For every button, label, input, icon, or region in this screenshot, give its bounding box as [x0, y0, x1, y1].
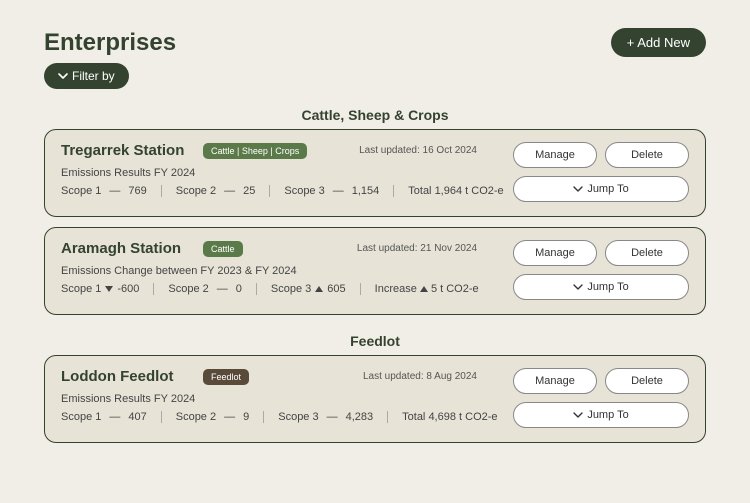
scope-item: Scope 3 — 1,154	[284, 185, 394, 197]
last-updated-label: Last updated: 16 Oct 2024	[359, 145, 477, 156]
scope-label: Scope 2	[176, 185, 216, 197]
dash-icon: —	[333, 185, 344, 197]
scope-value: 769	[128, 185, 146, 197]
total-label: Increase	[375, 283, 420, 295]
scope-item: Scope 2 — 0	[168, 283, 257, 295]
scope-value: 0	[236, 283, 242, 295]
scope-total: Increase 5 t CO2-e	[375, 283, 479, 295]
enterprise-tag: Feedlot	[203, 369, 249, 385]
chevron-down-icon	[573, 412, 583, 418]
enterprise-name: Tregarrek Station	[61, 142, 191, 159]
total-label: Total	[408, 185, 434, 197]
scope-item: Scope 3 — 4,283	[278, 411, 388, 423]
dash-icon: —	[217, 283, 228, 295]
add-new-button[interactable]: + Add New	[611, 28, 706, 57]
jump-to-label: Jump To	[587, 183, 628, 195]
total-value: 5 t CO2-e	[431, 283, 479, 295]
scope-value: 4,283	[346, 411, 374, 423]
section-title: Cattle, Sheep & Crops	[44, 107, 706, 123]
scope-total: Total 1,964 t CO2-e	[408, 185, 503, 197]
scope-value: 25	[243, 185, 255, 197]
dash-icon: —	[224, 185, 235, 197]
scope-total: Total 4,698 t CO2-e	[402, 411, 497, 423]
jump-to-button[interactable]: Jump To	[513, 176, 689, 202]
page-title: Enterprises	[44, 29, 176, 57]
scope-value: 407	[128, 411, 146, 423]
total-label: Total	[402, 411, 428, 423]
scope-value: 1,154	[352, 185, 380, 197]
chevron-down-icon	[573, 186, 583, 192]
dash-icon: —	[109, 185, 120, 197]
filter-by-label: Filter by	[72, 69, 115, 83]
chevron-down-icon	[573, 284, 583, 290]
dash-icon: —	[109, 411, 120, 423]
enterprise-tag: Cattle	[203, 241, 243, 257]
enterprise-name: Aramagh Station	[61, 240, 191, 257]
manage-button[interactable]: Manage	[513, 368, 597, 394]
results-label: Emissions Results FY 2024	[61, 393, 497, 405]
scope-label: Scope 3	[284, 185, 324, 197]
delete-button[interactable]: Delete	[605, 240, 689, 266]
jump-to-button[interactable]: Jump To	[513, 274, 689, 300]
scope-value: -600	[117, 283, 139, 295]
scope-item: Scope 1 — 407	[61, 411, 162, 423]
scope-label: Scope 3	[271, 283, 311, 295]
section-title: Feedlot	[44, 333, 706, 349]
enterprise-card: Tregarrek Station Cattle | Sheep | Crops L…	[44, 129, 706, 217]
delete-button[interactable]: Delete	[605, 368, 689, 394]
jump-to-label: Jump To	[587, 409, 628, 421]
dash-icon: —	[327, 411, 338, 423]
triangle-up-icon	[420, 286, 428, 292]
jump-to-label: Jump To	[587, 281, 628, 293]
chevron-down-icon	[58, 73, 68, 79]
scope-item: Scope 1 -600	[61, 283, 154, 295]
results-label: Emissions Change between FY 2023 & FY 20…	[61, 265, 497, 277]
enterprise-name: Loddon Feedlot	[61, 368, 191, 385]
manage-button[interactable]: Manage	[513, 142, 597, 168]
delete-button[interactable]: Delete	[605, 142, 689, 168]
scope-label: Scope 1	[61, 185, 101, 197]
scope-item: Scope 2 — 9	[176, 411, 265, 423]
jump-to-button[interactable]: Jump To	[513, 402, 689, 428]
enterprise-card: Loddon Feedlot Feedlot Last updated: 8 Aug…	[44, 355, 706, 443]
scope-label: Scope 1	[61, 283, 101, 295]
scope-label: Scope 2	[168, 283, 208, 295]
scope-item: Scope 2 — 25	[176, 185, 271, 197]
manage-button[interactable]: Manage	[513, 240, 597, 266]
scope-label: Scope 3	[278, 411, 318, 423]
total-value: 1,964 t CO2-e	[435, 185, 504, 197]
dash-icon: —	[224, 411, 235, 423]
triangle-up-icon	[315, 286, 323, 292]
scope-item: Scope 3 605	[271, 283, 361, 295]
enterprise-card: Aramagh Station Cattle Last updated: 21 No…	[44, 227, 706, 315]
total-value: 4,698 t CO2-e	[428, 411, 497, 423]
last-updated-label: Last updated: 21 Nov 2024	[357, 243, 477, 254]
scope-value: 9	[243, 411, 249, 423]
filter-by-button[interactable]: Filter by	[44, 63, 129, 89]
last-updated-label: Last updated: 8 Aug 2024	[363, 371, 477, 382]
scope-label: Scope 2	[176, 411, 216, 423]
triangle-down-icon	[105, 286, 113, 292]
enterprise-tag: Cattle | Sheep | Crops	[203, 143, 307, 159]
scope-label: Scope 1	[61, 411, 101, 423]
scope-item: Scope 1 — 769	[61, 185, 162, 197]
results-label: Emissions Results FY 2024	[61, 167, 497, 179]
scope-value: 605	[327, 283, 345, 295]
